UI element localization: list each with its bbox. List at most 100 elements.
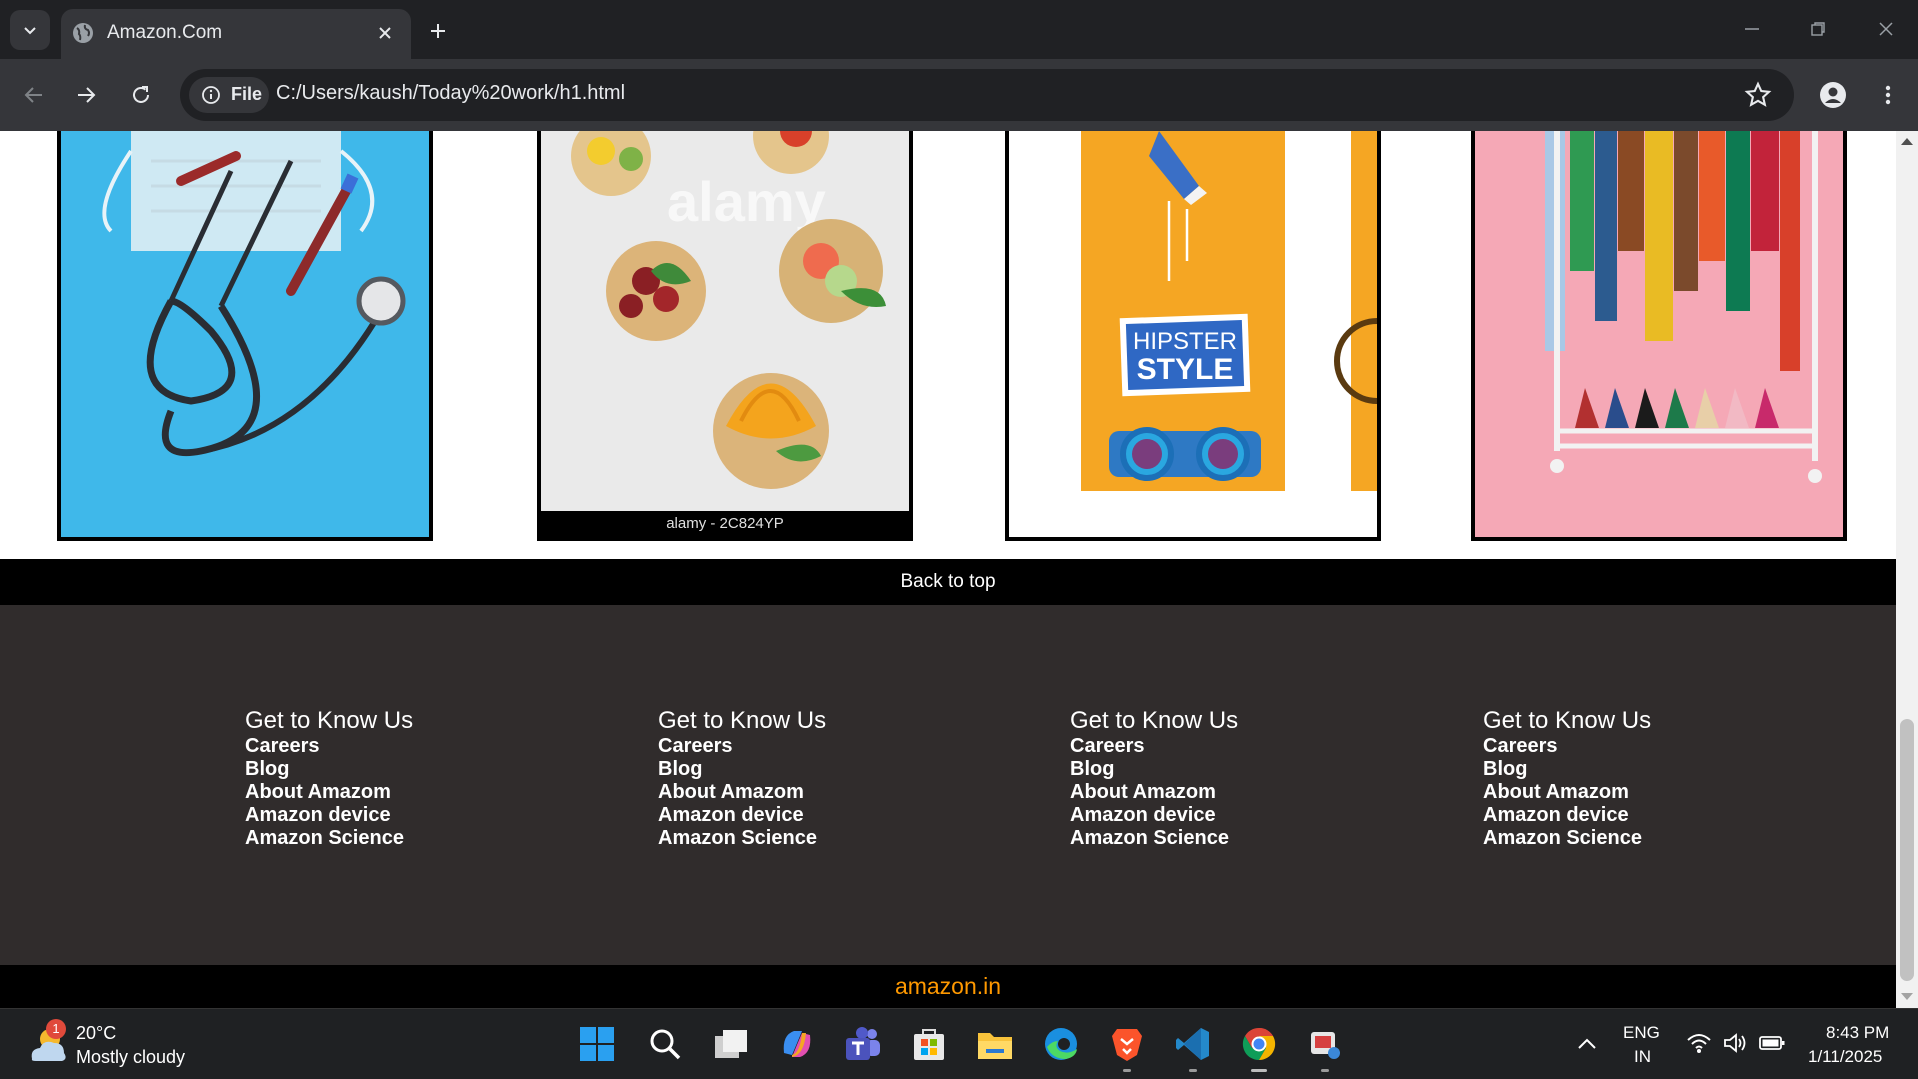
footer-link-device[interactable]: Amazon device — [245, 804, 545, 827]
reload-button[interactable] — [121, 75, 161, 115]
scroll-thumb[interactable] — [1900, 719, 1914, 981]
back-button[interactable] — [14, 75, 54, 115]
url-text[interactable]: C:/Users/kaush/Today%20work/h1.html — [276, 82, 625, 105]
brave-button[interactable] — [1102, 1019, 1152, 1069]
tab-title: Amazon.Com — [107, 22, 223, 43]
site-info-chip[interactable]: File — [189, 77, 269, 113]
tab-search-button[interactable] — [10, 10, 50, 50]
chevron-down-icon — [24, 27, 36, 35]
footer-link-about[interactable]: About Amazom — [658, 781, 958, 804]
product-tile-food[interactable]: alamy alamy - 2C824YP — [537, 131, 913, 541]
forward-button[interactable] — [66, 75, 106, 115]
wifi-button[interactable] — [1686, 1031, 1712, 1055]
brand-link[interactable]: amazon.in — [895, 973, 1001, 1000]
footer-link-careers[interactable]: Careers — [658, 735, 958, 758]
copilot-icon — [783, 1031, 811, 1057]
teams-button[interactable] — [838, 1019, 888, 1069]
globe-icon — [73, 23, 93, 43]
chrome-icon — [1242, 1027, 1276, 1061]
footer-link-about[interactable]: About Amazom — [1070, 781, 1370, 804]
snipping-tool-button[interactable] — [1300, 1019, 1350, 1069]
start-icon — [580, 1027, 614, 1061]
snipping-tool-icon — [1311, 1032, 1340, 1059]
copilot-button[interactable] — [772, 1019, 822, 1069]
footer-link-about[interactable]: About Amazom — [1483, 781, 1783, 804]
footer-link-science[interactable]: Amazon Science — [658, 827, 958, 850]
footer-column: Get to Know Us Careers Blog About Amazom… — [658, 707, 958, 850]
brave-icon — [1112, 1029, 1142, 1061]
search-button[interactable] — [640, 1019, 690, 1069]
running-indicator — [1321, 1069, 1329, 1072]
footer-heading: Get to Know Us — [245, 707, 414, 734]
footer-link-science[interactable]: Amazon Science — [245, 827, 545, 850]
product-tile-clothing[interactable] — [1471, 131, 1847, 541]
wifi-icon — [1687, 1034, 1711, 1053]
footer-link-blog[interactable]: Blog — [1483, 758, 1783, 781]
footer-link-device[interactable]: Amazon device — [658, 804, 958, 827]
start-button[interactable] — [572, 1019, 622, 1069]
footer-link-device[interactable]: Amazon device — [1483, 804, 1783, 827]
medical-image — [61, 131, 429, 537]
show-hidden-icons-button[interactable] — [1574, 1031, 1600, 1057]
footer-link-careers[interactable]: Careers — [1070, 735, 1370, 758]
footer: Get to Know Us Careers Blog About Amazom… — [0, 605, 1896, 965]
tab-close-button[interactable] — [372, 20, 398, 46]
product-tile-medical[interactable] — [57, 131, 433, 541]
footer-heading: Get to Know Us — [1070, 707, 1239, 734]
footer-link-blog[interactable]: Blog — [658, 758, 958, 781]
footer-link-science[interactable]: Amazon Science — [1070, 827, 1370, 850]
footer-heading: Get to Know Us — [1483, 707, 1652, 734]
scroll-down-arrow-icon[interactable] — [1901, 993, 1913, 1000]
clock-time[interactable]: 8:43 PM — [1826, 1023, 1889, 1043]
back-to-top-link[interactable]: Back to top — [0, 559, 1896, 605]
page-viewport: alamy alamy - 2C824YP HIPSTER STYLE Back… — [0, 131, 1896, 1008]
input-language[interactable]: ENG — [1623, 1023, 1660, 1043]
active-tab[interactable]: Amazon.Com — [61, 9, 411, 59]
footer-link-blog[interactable]: Blog — [245, 758, 545, 781]
windows-taskbar: 1 20°C Mostly cloudy ENG IN 8:43 PM 1/11… — [0, 1008, 1918, 1079]
footer-link-about[interactable]: About Amazom — [245, 781, 545, 804]
weather-description: Mostly cloudy — [76, 1047, 186, 1067]
footer-link-careers[interactable]: Careers — [1483, 735, 1783, 758]
bookmark-star-icon[interactable] — [1744, 81, 1772, 109]
file-explorer-button[interactable] — [970, 1019, 1020, 1069]
store-button[interactable] — [904, 1019, 954, 1069]
running-indicator — [1123, 1069, 1131, 1072]
task-view-button[interactable] — [706, 1019, 756, 1069]
footer-heading: Get to Know Us — [658, 707, 827, 734]
scroll-up-arrow-icon[interactable] — [1901, 138, 1913, 145]
product-tile-hipster[interactable]: HIPSTER STYLE — [1005, 131, 1381, 541]
footer-column: Get to Know Us Careers Blog About Amazom… — [245, 707, 545, 850]
tab-strip: Amazon.Com — [0, 0, 1918, 59]
alamy-watermark: alamy — [667, 170, 826, 233]
restore-icon — [1811, 22, 1825, 36]
chrome-button[interactable] — [1234, 1019, 1284, 1069]
page-scrollbar[interactable] — [1896, 131, 1918, 1008]
footer-link-device[interactable]: Amazon device — [1070, 804, 1370, 827]
notification-badge: 1 — [46, 1019, 66, 1039]
close-window-button[interactable] — [1858, 8, 1914, 50]
weather-widget[interactable]: 1 — [26, 1019, 70, 1067]
edge-button[interactable] — [1036, 1019, 1086, 1069]
style-text: STYLE — [1137, 353, 1234, 386]
footer-link-blog[interactable]: Blog — [1070, 758, 1370, 781]
clothing-rack-image — [1475, 131, 1843, 537]
restore-button[interactable] — [1790, 8, 1846, 50]
address-bar[interactable]: File C:/Users/kaush/Today%20work/h1.html — [180, 69, 1794, 121]
hipster-text: HIPSTER — [1133, 328, 1237, 355]
vscode-button[interactable] — [1168, 1019, 1218, 1069]
volume-button[interactable] — [1722, 1031, 1748, 1055]
clock-date[interactable]: 1/11/2025 — [1808, 1047, 1882, 1067]
task-view-icon — [715, 1030, 747, 1058]
input-region[interactable]: IN — [1634, 1047, 1651, 1067]
new-tab-button[interactable] — [421, 14, 455, 48]
profile-button[interactable] — [1813, 75, 1853, 115]
running-indicator — [1189, 1069, 1197, 1072]
minimize-icon — [1745, 28, 1759, 30]
footer-link-careers[interactable]: Careers — [245, 735, 545, 758]
search-icon — [650, 1029, 681, 1060]
minimize-button[interactable] — [1724, 8, 1780, 50]
battery-button[interactable] — [1758, 1033, 1786, 1053]
footer-link-science[interactable]: Amazon Science — [1483, 827, 1783, 850]
menu-button[interactable] — [1868, 75, 1908, 115]
